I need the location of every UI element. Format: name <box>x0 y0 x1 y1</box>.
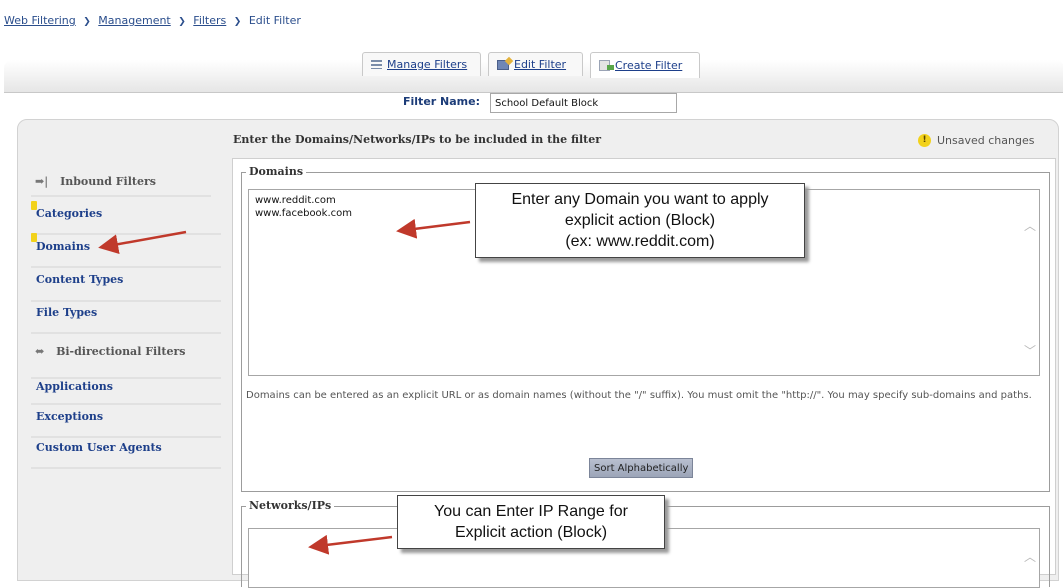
arrow-to-domains-textarea-icon <box>396 218 471 239</box>
arrow-to-networks-textarea-icon <box>308 534 393 555</box>
arrow-to-domains-sidebar-icon <box>98 230 187 255</box>
annotation-arrows <box>98 218 471 555</box>
